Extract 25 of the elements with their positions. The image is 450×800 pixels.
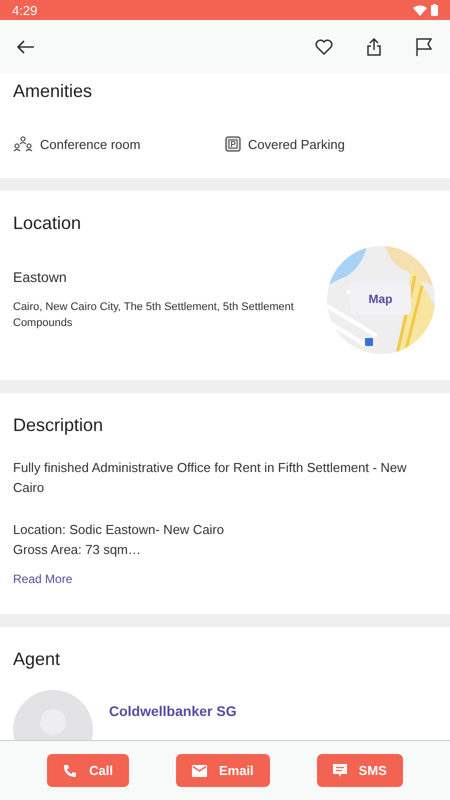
wifi-icon: [413, 4, 427, 16]
phone-icon: [63, 764, 78, 778]
amenity-label: Covered Parking: [248, 136, 345, 152]
flag-icon: [416, 38, 432, 56]
back-arrow-icon: [17, 40, 35, 54]
parking-icon: [225, 136, 241, 152]
clock: 4:29: [12, 2, 38, 18]
map-button[interactable]: Map: [350, 283, 411, 315]
description-text: Fully finished Administrative Office for Rent in Fifth Settlement - New Cairo: [13, 459, 408, 497]
heart-icon: [315, 38, 333, 54]
address-text: Cairo, New Cairo City, The 5th Settlement, 5th Settlement Compounds: [13, 300, 295, 331]
read-more-link[interactable]: Read More: [13, 572, 72, 586]
envelope-icon: [192, 764, 207, 776]
amenity-label: Conference room: [40, 136, 140, 152]
battery-icon: [431, 4, 438, 16]
people-icon: [13, 136, 33, 152]
agent-name[interactable]: Coldwellbanker SG: [109, 703, 237, 719]
section-title: Amenities: [13, 81, 94, 102]
section-title: Location: [13, 213, 82, 234]
section-title: Description: [13, 415, 104, 436]
description-text: Location: Sodic Eastown- New Cairo Gross Area: 73 sqm…: [13, 521, 225, 559]
section-title: Agent: [13, 649, 62, 670]
message-icon: [332, 764, 347, 778]
share-icon: [367, 38, 381, 56]
location-name: Eastown: [13, 269, 68, 285]
